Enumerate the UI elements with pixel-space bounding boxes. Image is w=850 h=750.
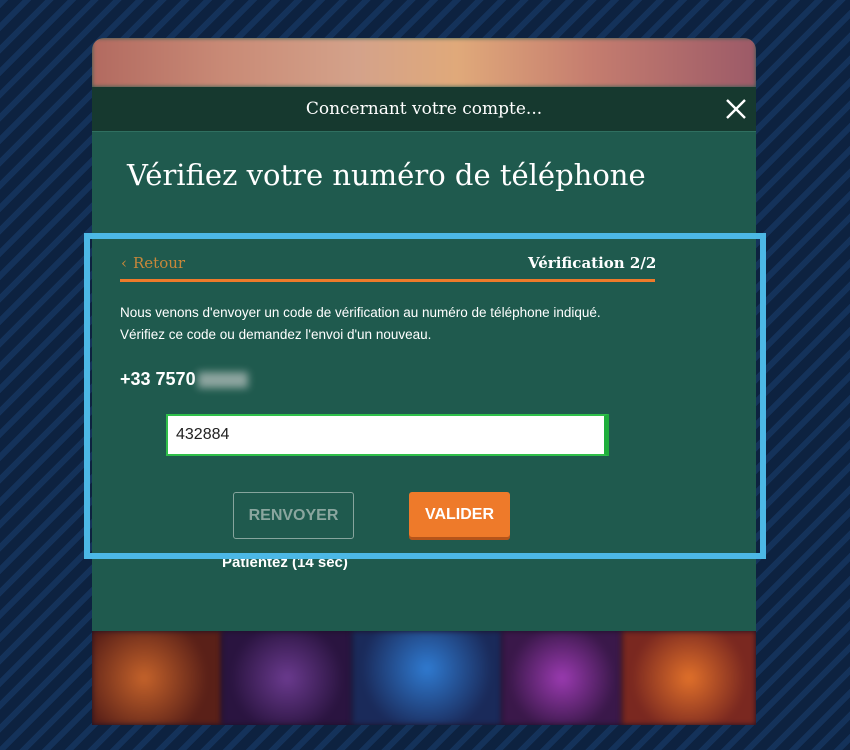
phone-number: +33 7570 [120,369,248,390]
progress-line [120,279,655,282]
description-line: Vérifiez ce code ou demandez l'envoi d'u… [120,327,432,342]
phone-number-masked [197,372,248,389]
game-thumbnails-strip [92,631,756,725]
modal-header: Concernant votre compte... [92,87,756,132]
verification-code-input[interactable] [166,414,609,456]
game-thumbnail [622,631,756,725]
page-title: Vérifiez votre numéro de téléphone [127,158,646,192]
description-line: Nous venons d'envoyer un code de vérific… [120,305,601,320]
back-link[interactable]: ‹ Retour [121,254,185,272]
verification-description: Nous venons d'envoyer un code de vérific… [120,302,680,346]
back-link-label: Retour [133,254,186,272]
step-indicator: Vérification 2/2 [528,254,657,272]
game-thumbnail [222,631,352,725]
resend-button[interactable]: RENVOYER [233,492,354,539]
close-icon[interactable] [724,97,748,121]
modal-header-title: Concernant votre compte... [305,99,543,119]
hero-banner-image [92,38,756,87]
game-thumbnail [92,631,222,725]
phone-number-visible: +33 7570 [120,369,196,389]
validate-button[interactable]: VALIDER [409,492,510,537]
game-thumbnail [352,631,502,725]
chevron-left-icon: ‹ [121,254,127,272]
game-thumbnail [502,631,622,725]
